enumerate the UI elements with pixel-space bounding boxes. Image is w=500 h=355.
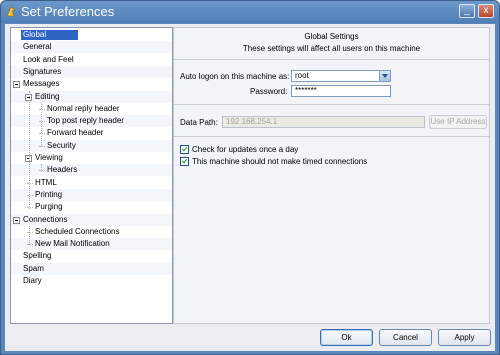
tree-connector bbox=[27, 194, 33, 196]
tree-item-printing[interactable]: Printing bbox=[11, 188, 172, 201]
tree-connector bbox=[27, 231, 33, 233]
tree-item-new-mail-notification[interactable]: New Mail Notification bbox=[11, 238, 172, 251]
tree-connector bbox=[39, 108, 45, 110]
tree-item-spelling[interactable]: Spelling bbox=[11, 250, 172, 262]
tree-item-normal-reply-header[interactable]: Normal reply header bbox=[11, 103, 172, 115]
tree-item-label: Scheduled Connections bbox=[35, 226, 120, 236]
title-bar[interactable]: Set Preferences _ x bbox=[1, 1, 499, 23]
divider bbox=[174, 136, 489, 137]
tree-item-label: Diary bbox=[23, 276, 42, 285]
divider bbox=[174, 59, 489, 60]
tree-item-label: Spelling bbox=[23, 251, 52, 261]
check-updates-label: Check for updates once a day bbox=[192, 145, 299, 154]
tree-item-label: Global bbox=[21, 30, 79, 40]
tree-connector bbox=[39, 133, 45, 135]
divider bbox=[174, 104, 489, 105]
tree-item-label: Look and Feel bbox=[23, 54, 74, 64]
cancel-button[interactable]: Cancel bbox=[379, 329, 432, 346]
tree-item-look-and-feel[interactable]: Look and Feel bbox=[11, 54, 172, 66]
tree-item-viewing[interactable]: Viewing bbox=[11, 152, 172, 164]
tree-item-label: Security bbox=[47, 140, 76, 150]
tree-item-label: Normal reply header bbox=[47, 103, 120, 113]
minimize-button[interactable]: _ bbox=[459, 4, 475, 18]
tree-item-general[interactable]: General bbox=[11, 41, 172, 54]
tree-item-forward-header[interactable]: Forward header bbox=[11, 127, 172, 139]
ok-button[interactable]: Ok bbox=[320, 329, 373, 346]
tree-item-label: Viewing bbox=[35, 153, 63, 162]
tree-item-label: Purging bbox=[35, 202, 63, 212]
app-icon bbox=[6, 6, 16, 17]
window-title: Set Preferences bbox=[21, 4, 115, 19]
tree-item-html[interactable]: HTML bbox=[11, 177, 172, 189]
tree-item-label: General bbox=[23, 42, 52, 52]
tree-item-label: Signatures bbox=[23, 66, 62, 76]
tree-connector bbox=[27, 182, 33, 184]
dialog-body: Global General Look and Feel Signatures Mess… bbox=[5, 24, 495, 351]
no-timed-connections-checkbox[interactable] bbox=[180, 157, 189, 166]
collapse-icon[interactable] bbox=[13, 81, 20, 89]
preferences-tree[interactable]: Global General Look and Feel Signatures Mess… bbox=[10, 27, 173, 324]
tree-item-label: Editing bbox=[35, 91, 60, 101]
tree-guide bbox=[29, 90, 30, 209]
tree-item-connections[interactable]: Connections bbox=[11, 213, 172, 226]
tree-item-label: HTML bbox=[35, 177, 57, 187]
tree-guide bbox=[41, 164, 42, 172]
tree-item-global[interactable]: Global bbox=[11, 29, 172, 41]
tree-item-scheduled-connections[interactable]: Scheduled Connections bbox=[11, 226, 172, 238]
password-field[interactable]: ******* bbox=[291, 85, 391, 97]
panel-title: Global Settings bbox=[304, 32, 359, 41]
tree-item-purging[interactable]: Purging bbox=[11, 201, 172, 213]
auto-logon-value: root bbox=[295, 71, 309, 80]
tree-item-label: Headers bbox=[47, 165, 78, 175]
tree-item-spam[interactable]: Spam bbox=[11, 262, 172, 275]
preferences-window: Set Preferences _ x Global General Look an… bbox=[0, 0, 500, 355]
tree-item-editing[interactable]: Editing bbox=[11, 90, 172, 103]
apply-button[interactable]: Apply bbox=[438, 329, 491, 346]
tree-guide bbox=[29, 225, 30, 246]
tree-connector bbox=[27, 207, 33, 209]
tree-item-label: Forward header bbox=[47, 128, 104, 138]
close-button[interactable]: x bbox=[478, 4, 494, 18]
tree-item-top-post-reply-header[interactable]: Top post reply header bbox=[11, 115, 172, 128]
chevron-down-icon[interactable] bbox=[379, 71, 390, 81]
tree-item-label: Spam bbox=[23, 263, 44, 273]
tree-connector bbox=[39, 170, 45, 172]
tree-item-label: Top post reply header bbox=[47, 116, 124, 126]
tree-connector bbox=[39, 121, 45, 123]
tree-item-headers[interactable]: Headers bbox=[11, 164, 172, 177]
check-updates-checkbox[interactable] bbox=[180, 145, 189, 154]
tree-item-diary[interactable]: Diary bbox=[11, 275, 172, 287]
auto-logon-label: Auto logon on this machine as: bbox=[180, 72, 290, 81]
tree-item-label: Messages bbox=[23, 79, 60, 89]
data-path-label: Data Path: bbox=[180, 118, 218, 127]
tree-connector bbox=[27, 244, 33, 246]
panel-subtitle: These settings will affect all users on … bbox=[242, 44, 421, 53]
auto-logon-combo[interactable]: root bbox=[291, 70, 391, 82]
use-ip-address-button[interactable]: Use IP Address bbox=[429, 115, 487, 129]
no-timed-connections-label: This machine should not make timed conne… bbox=[192, 157, 368, 166]
data-path-field[interactable]: 192.168.254.1 bbox=[222, 116, 425, 128]
collapse-icon[interactable] bbox=[13, 216, 20, 224]
tree-item-messages[interactable]: Messages bbox=[11, 78, 172, 90]
tree-item-label: Connections bbox=[23, 214, 68, 224]
tree-guide bbox=[41, 102, 42, 147]
password-label: Password: bbox=[250, 87, 288, 96]
settings-panel: Global Settings These settings will affe… bbox=[173, 27, 490, 324]
tree-item-label: Printing bbox=[35, 189, 63, 199]
tree-item-security[interactable]: Security bbox=[11, 139, 172, 152]
tree-item-label: New Mail Notification bbox=[35, 239, 110, 249]
tree-connector bbox=[39, 145, 45, 147]
tree-item-signatures[interactable]: Signatures bbox=[11, 65, 172, 78]
